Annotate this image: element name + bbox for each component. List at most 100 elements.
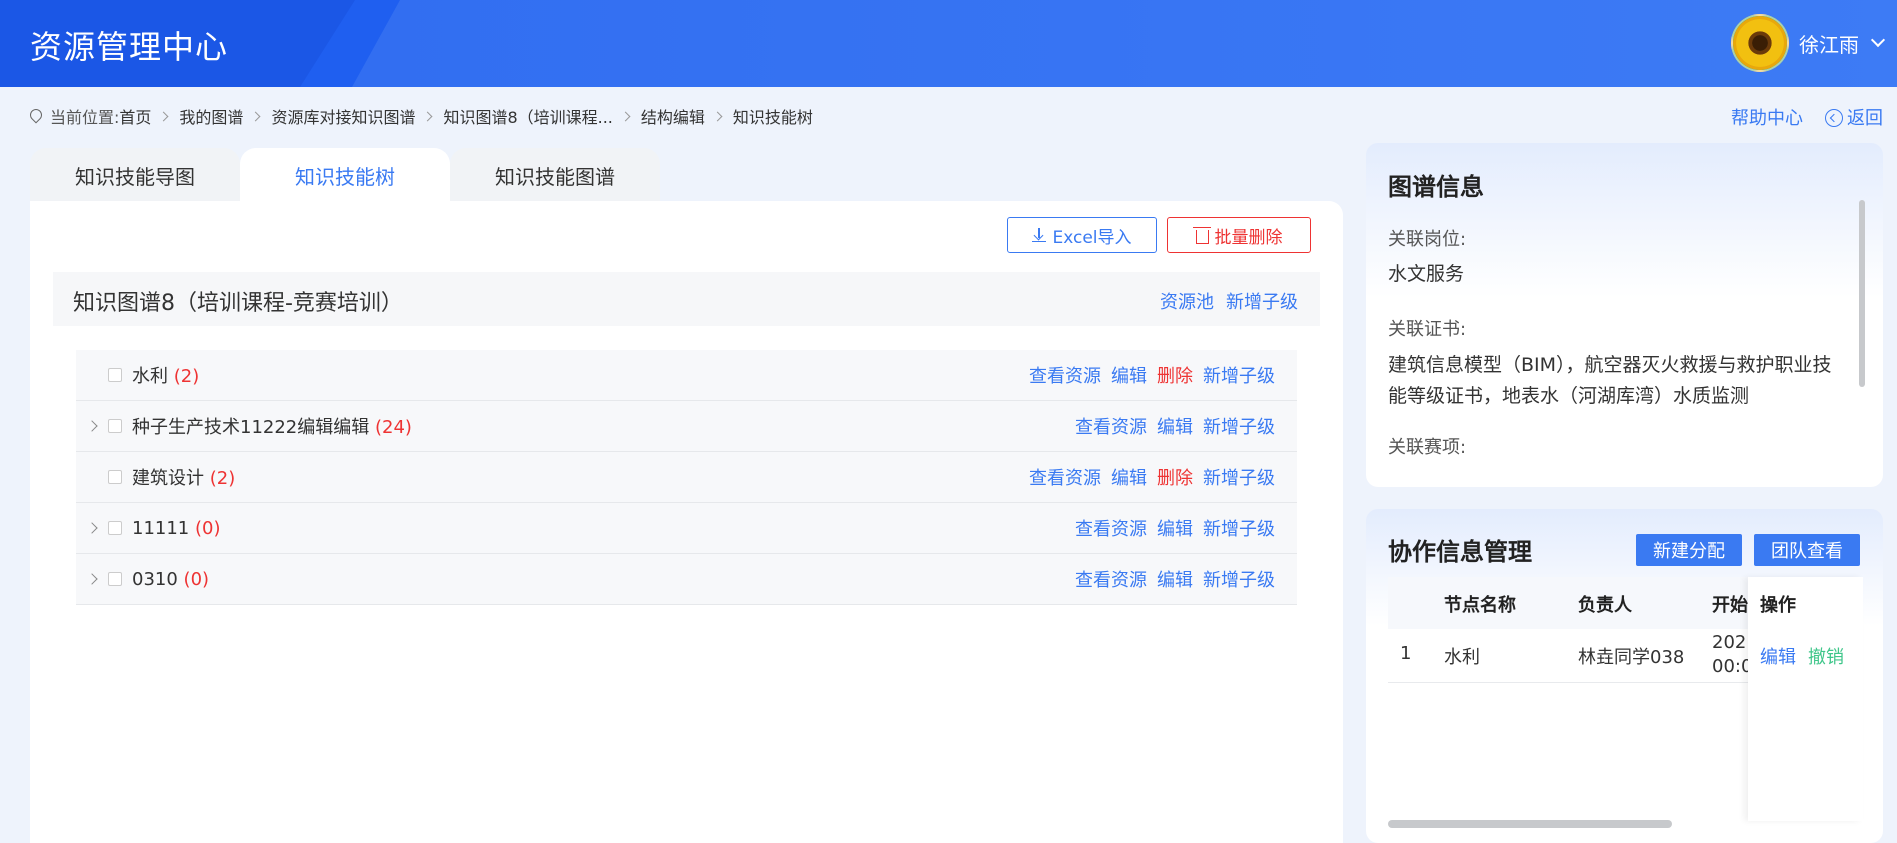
- resource-pool-link[interactable]: 资源池: [1160, 288, 1214, 314]
- add-child-link[interactable]: 新增子级: [1203, 464, 1275, 490]
- vertical-scrollbar[interactable]: [1859, 200, 1865, 387]
- collab-heading: 协作信息管理: [1388, 538, 1532, 566]
- view-resource-link[interactable]: 查看资源: [1029, 362, 1101, 388]
- related-post-value: 水文服务: [1388, 263, 1465, 285]
- row-actions: 查看资源 编辑 新增子级: [1075, 566, 1275, 592]
- chevron-right-icon: [712, 111, 723, 121]
- user-menu[interactable]: 徐江雨: [1731, 14, 1886, 72]
- graph-info-heading: 图谱信息: [1388, 173, 1484, 201]
- row-owner: 林垚同学038: [1578, 647, 1685, 668]
- app-title: 资源管理中心: [30, 28, 229, 66]
- skill-tree-panel: Excel导入 批量删除 知识图谱8（培训课程-竞赛培训） 资源池 新增子级 水…: [30, 201, 1343, 843]
- chevron-down-icon[interactable]: [1870, 32, 1886, 48]
- row-start-time: 202 00:0: [1712, 632, 1753, 677]
- chevron-right-icon: [250, 111, 261, 121]
- breadcrumb-home[interactable]: 首页: [119, 104, 151, 128]
- edit-link[interactable]: 编辑: [1157, 566, 1193, 592]
- view-resource-link[interactable]: 查看资源: [1075, 515, 1147, 541]
- team-view-button[interactable]: 团队查看: [1754, 534, 1860, 566]
- add-child-root-link[interactable]: 新增子级: [1226, 288, 1298, 314]
- row-checkbox[interactable]: [108, 419, 122, 433]
- tree-row[interactable]: 0310 (0) 查看资源 编辑 新增子级: [76, 554, 1297, 605]
- collab-panel: 协作信息管理 新建分配 团队查看 节点名称 负责人 开始 1 水利 林垚同学03…: [1366, 509, 1883, 843]
- col-node-name: 节点名称: [1444, 595, 1516, 616]
- edit-link[interactable]: 编辑: [1157, 413, 1193, 439]
- row-count: (2): [173, 366, 200, 387]
- tab-skill-tree[interactable]: 知识技能树: [240, 148, 450, 202]
- tab-skill-graph[interactable]: 知识技能图谱: [450, 148, 660, 202]
- edit-assignment-link[interactable]: 编辑: [1760, 643, 1796, 669]
- location-pin-icon: [27, 106, 45, 124]
- delete-link[interactable]: 删除: [1157, 362, 1193, 388]
- new-assign-button[interactable]: 新建分配: [1636, 534, 1742, 566]
- row-actions: 查看资源 编辑 新增子级: [1075, 515, 1275, 541]
- row-checkbox[interactable]: [108, 572, 122, 586]
- back-link[interactable]: 返回: [1825, 104, 1883, 130]
- related-cert-value: 建筑信息模型（BIM），航空器灭火救援与救护职业技能等级证书，地表水（河湖库湾）…: [1388, 354, 1832, 407]
- row-count: (0): [183, 568, 210, 590]
- row-label: 建筑设计 (2): [132, 468, 236, 489]
- row-checkbox[interactable]: [108, 521, 122, 535]
- graph-title-actions: 资源池 新增子级: [1160, 288, 1298, 314]
- chevron-right-icon[interactable]: [86, 522, 98, 534]
- breadcrumb-structure-edit[interactable]: 结构编辑: [641, 104, 705, 128]
- view-resource-link[interactable]: 查看资源: [1029, 464, 1101, 490]
- excel-import-button[interactable]: Excel导入: [1007, 217, 1157, 253]
- breadcrumb-graph8[interactable]: 知识图谱8（培训课程...: [443, 104, 612, 128]
- add-child-link[interactable]: 新增子级: [1203, 566, 1275, 592]
- row-operation-actions: 编辑 撤销: [1760, 643, 1844, 669]
- skill-tree: 水利 (2) 查看资源 编辑 删除 新增子级 种子生产技术11222编辑编辑 (…: [76, 350, 1297, 605]
- related-cert-label: 关联证书:: [1388, 319, 1467, 340]
- user-name[interactable]: 徐江雨: [1799, 29, 1859, 58]
- row-checkbox[interactable]: [108, 368, 122, 382]
- add-child-link[interactable]: 新增子级: [1203, 362, 1275, 388]
- tree-row[interactable]: 11111 (0) 查看资源 编辑 新增子级: [76, 503, 1297, 554]
- horizontal-scrollbar[interactable]: [1388, 820, 1672, 828]
- tree-row[interactable]: 建筑设计 (2) 查看资源 编辑 删除 新增子级: [76, 452, 1297, 503]
- row-count: (0): [195, 517, 221, 539]
- chevron-right-icon: [620, 111, 631, 121]
- edit-link[interactable]: 编辑: [1111, 464, 1147, 490]
- breadcrumb-current: 知识技能树: [732, 108, 813, 127]
- col-start: 开始: [1712, 595, 1748, 616]
- breadcrumb-my-graphs[interactable]: 我的图谱: [179, 104, 243, 128]
- avatar[interactable]: [1731, 14, 1789, 72]
- row-checkbox[interactable]: [108, 470, 122, 484]
- chevron-right-icon[interactable]: [86, 573, 98, 585]
- chevron-right-icon[interactable]: [86, 420, 98, 432]
- revoke-assignment-link[interactable]: 撤销: [1808, 643, 1844, 669]
- trash-icon: [1192, 226, 1211, 244]
- excel-import-label: Excel导入: [1052, 227, 1132, 248]
- row-count: (2): [209, 468, 236, 489]
- back-label[interactable]: 返回: [1847, 108, 1883, 129]
- tree-row[interactable]: 种子生产技术11222编辑编辑 (24) 查看资源 编辑 新增子级: [76, 401, 1297, 452]
- top-links: 帮助中心 返回: [1731, 104, 1883, 130]
- row-node-name: 水利: [1444, 647, 1480, 668]
- row-actions: 查看资源 编辑 删除 新增子级: [1029, 464, 1275, 490]
- view-resource-link[interactable]: 查看资源: [1075, 413, 1147, 439]
- back-arrow-icon[interactable]: [1825, 109, 1843, 127]
- delete-link[interactable]: 删除: [1157, 464, 1193, 490]
- edit-link[interactable]: 编辑: [1157, 515, 1193, 541]
- row-label: 11111 (0): [132, 517, 221, 539]
- add-child-link[interactable]: 新增子级: [1203, 413, 1275, 439]
- breadcrumb-prefix: 当前位置:: [50, 108, 120, 127]
- add-child-link[interactable]: 新增子级: [1203, 515, 1275, 541]
- row-label: 水利 (2): [132, 366, 200, 387]
- batch-delete-button[interactable]: 批量删除: [1167, 217, 1311, 253]
- edit-link[interactable]: 编辑: [1111, 362, 1147, 388]
- breadcrumb: 当前位置: 首页 我的图谱 资源库对接知识图谱 知识图谱8（培训课程... 结构…: [27, 104, 813, 128]
- row-actions: 查看资源 编辑 删除 新增子级: [1029, 362, 1275, 388]
- help-center-link[interactable]: 帮助中心: [1731, 104, 1803, 130]
- related-event-label: 关联赛项:: [1388, 437, 1467, 458]
- row-index: 1: [1400, 643, 1412, 664]
- breadcrumb-resource-graph[interactable]: 资源库对接知识图谱: [271, 104, 415, 128]
- download-icon: [1032, 228, 1047, 242]
- view-resource-link[interactable]: 查看资源: [1075, 566, 1147, 592]
- related-post-label: 关联岗位:: [1388, 229, 1467, 250]
- tab-skill-mindmap[interactable]: 知识技能导图: [30, 148, 240, 202]
- tree-row[interactable]: 水利 (2) 查看资源 编辑 删除 新增子级: [76, 350, 1297, 401]
- operation-column: 操作 编辑 撤销: [1748, 577, 1863, 821]
- row-label: 0310 (0): [132, 568, 210, 590]
- view-tabs: 知识技能导图 知识技能树 知识技能图谱: [30, 148, 660, 202]
